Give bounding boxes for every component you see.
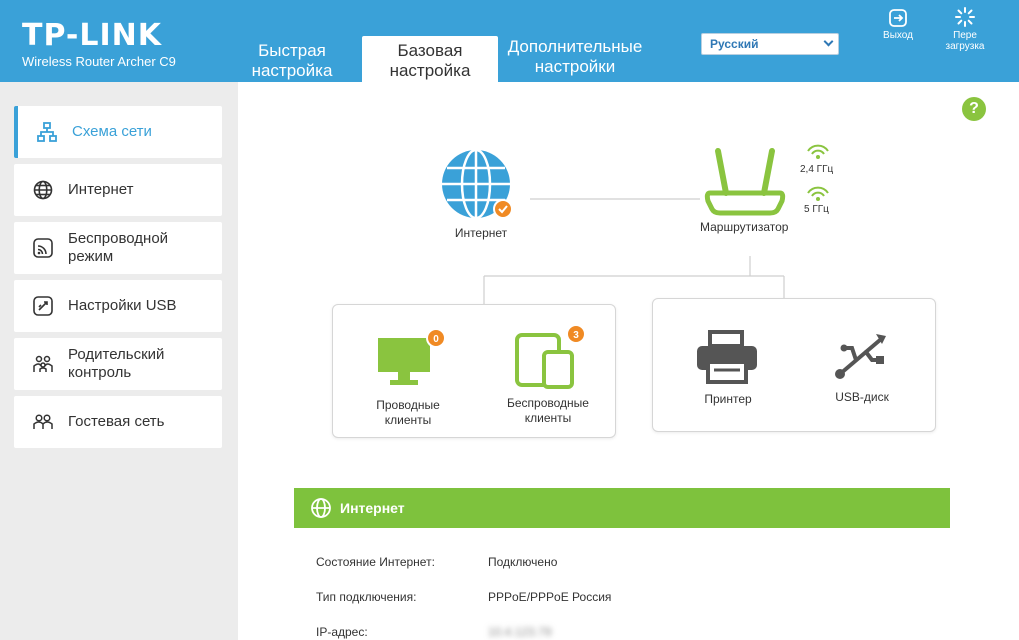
wifi-5ghz-icon bbox=[807, 186, 829, 201]
usb-disk-node[interactable] bbox=[832, 330, 888, 382]
usb-disk-label: USB-диск bbox=[835, 390, 889, 404]
printer-label: Принтер bbox=[704, 392, 752, 406]
info-value: Подключено bbox=[488, 555, 558, 569]
router-node-label: Маршрутизатор bbox=[700, 220, 789, 234]
router-icon bbox=[704, 148, 786, 216]
wireless-clients-label: Беспроводные клиенты bbox=[507, 396, 589, 425]
wired-clients-node[interactable]: 0 bbox=[376, 328, 446, 390]
wifi-24ghz-icon bbox=[807, 144, 829, 159]
info-key: Тип подключения: bbox=[316, 590, 417, 604]
internet-node-label: Интернет bbox=[454, 226, 508, 240]
wired-count-badge: 0 bbox=[426, 328, 446, 348]
freq-5ghz-label: 5 ГГц bbox=[804, 204, 829, 215]
internet-section-header: Интернет bbox=[294, 488, 950, 528]
freq-24ghz-label: 2,4 ГГц bbox=[800, 164, 834, 175]
connected-check-icon bbox=[493, 199, 513, 219]
info-value: PPPoE/PPPoE Россия bbox=[488, 590, 612, 604]
usb-icon bbox=[835, 334, 886, 379]
printer-node[interactable] bbox=[694, 330, 760, 386]
info-key: IP-адрес: bbox=[316, 625, 368, 639]
info-value: 10.4.123.79 bbox=[488, 625, 552, 639]
info-key: Состояние Интернет: bbox=[316, 555, 435, 569]
globe-icon bbox=[311, 498, 331, 518]
internet-node[interactable] bbox=[440, 148, 522, 228]
devices-icon bbox=[515, 333, 574, 389]
wired-clients-label: Проводные клиенты bbox=[376, 398, 440, 427]
monitor-icon bbox=[378, 338, 430, 385]
wireless-count-badge: 3 bbox=[566, 324, 586, 344]
router-node[interactable] bbox=[700, 145, 790, 220]
printer-icon bbox=[697, 330, 757, 384]
wireless-clients-node[interactable]: 3 bbox=[514, 324, 586, 390]
section-title: Интернет bbox=[340, 500, 405, 516]
